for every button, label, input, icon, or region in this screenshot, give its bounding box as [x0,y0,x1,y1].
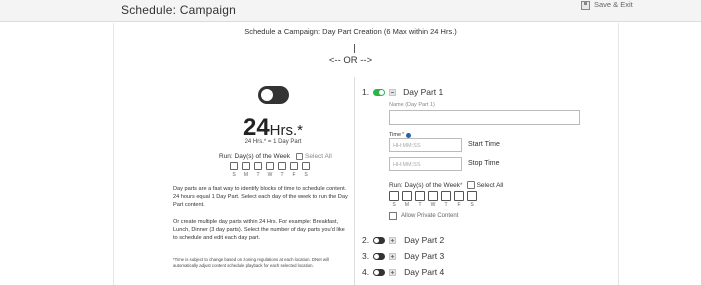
left-day-checkbox-thu[interactable] [278,162,286,170]
left-day-checkbox-tue[interactable] [254,162,262,170]
day-part-label: Day Part 2 [404,235,445,245]
toggle-knob [261,89,273,101]
day-label: S [232,172,236,178]
hrs-unit: Hrs.* [269,122,304,139]
left-select-all-checkbox[interactable] [296,153,304,160]
stop-time-label: Stop Time [468,160,500,167]
day-part-label: Day Part 3 [404,251,445,261]
day-label: T [444,202,448,208]
right-day-checkbox-fri[interactable] [454,191,464,201]
day-part-4-row[interactable]: 4. Day Part 4 [362,267,444,277]
or-connector-line [354,44,355,53]
day-label: F [292,172,296,178]
allow-private-row: Allow Private Content [389,212,458,220]
day-part-label: Day Part 4 [404,267,445,277]
help-text-multiple: Or create multiple day parts within 24 H… [173,219,345,241]
start-time-input[interactable]: HH:MM:SS [389,138,462,152]
right-run-label: Run: Day(s) of the Week [389,181,461,189]
right-select-all-checkbox[interactable] [466,181,475,189]
expand-icon[interactable] [389,268,397,276]
right-day-labels: S M T W T F S [389,202,477,208]
allow-private-checkbox[interactable] [389,212,397,220]
left-run-label: Run: Day(s) of the Week [219,153,291,160]
collapse-icon[interactable] [389,88,397,96]
left-select-all-label: Select All [305,153,332,160]
save-exit-button[interactable]: Save & Exit [581,0,633,10]
right-day-checkbox-tue[interactable] [415,191,425,201]
day-label: T [280,172,284,178]
day-part-1-toggle[interactable] [373,88,386,96]
day-label: S [470,202,474,208]
time-zoning-note: *Time is subject to change based on zoni… [173,257,329,268]
stop-time-input[interactable]: HH:MM:SS [389,157,462,171]
day-label: W [267,172,273,178]
start-time-label: Start Time [468,141,500,148]
expand-icon[interactable] [389,236,397,244]
day-label: T [418,202,422,208]
left-day-checkbox-mon[interactable] [242,162,250,170]
left-day-checkboxes [230,162,310,170]
help-text-day-parts: Day parts are a fast way to identify blo… [173,186,348,208]
hrs-number: 24 [242,114,270,141]
info-icon[interactable] [406,132,412,138]
day-label: T [256,172,260,178]
day-part-3-toggle[interactable] [373,252,386,260]
day-label: M [243,172,249,178]
right-day-checkbox-sat[interactable] [467,191,477,201]
right-day-checkbox-wed[interactable] [428,191,438,201]
right-day-checkbox-thu[interactable] [441,191,451,201]
name-field-label: Name (Day Part 1) [389,102,435,108]
page-subtitle: Schedule a Campaign: Day Part Creation (… [244,27,457,36]
24hrs-toggle[interactable] [258,86,289,104]
left-run-row: Run: Day(s) of the Week Select All [219,153,332,160]
left-day-checkbox-wed[interactable] [266,162,274,170]
right-day-checkbox-sun[interactable] [389,191,399,201]
day-label: F [457,202,461,208]
allow-private-label: Allow Private Content [401,213,459,219]
right-run-row: Run: Day(s) of the Week* Select All [389,181,503,189]
or-separator: <-- OR --> [328,55,373,66]
day-label: S [392,202,396,208]
day-part-1-number: 1. [362,87,370,97]
left-day-checkbox-sat[interactable] [302,162,310,170]
day-label: S [304,172,308,178]
page-title: Schedule: Campaign [121,3,237,17]
save-icon [581,1,590,10]
day-label: W [430,202,436,208]
save-exit-label: Save & Exit [594,0,633,9]
day-part-2-row[interactable]: 2. Day Part 2 [362,235,444,245]
day-part-number: 3. [362,251,370,261]
left-day-checkbox-sun[interactable] [230,162,238,170]
run-required-mark: * [460,181,463,189]
left-day-checkbox-fri[interactable] [290,162,298,170]
day-label: M [404,202,410,208]
left-day-labels: S M T W T F S [230,172,310,178]
day-part-1-label: Day Part 1 [403,87,444,97]
day-part-number: 2. [362,235,370,245]
day-part-4-toggle[interactable] [373,268,386,276]
day-part-3-row[interactable]: 3. Day Part 3 [362,251,444,261]
day-part-name-input[interactable] [389,110,580,125]
day-part-1-header: 1. Day Part 1 [362,87,443,97]
right-day-checkbox-mon[interactable] [402,191,412,201]
hrs-subtext: 24 Hrs.* = 1 Day Part [244,139,302,145]
right-day-checkboxes [389,191,477,201]
day-part-number: 4. [362,267,370,277]
expand-icon[interactable] [389,252,397,260]
day-part-2-toggle[interactable] [373,236,386,244]
column-divider [354,77,355,285]
right-select-all-label: Select All [476,181,504,189]
